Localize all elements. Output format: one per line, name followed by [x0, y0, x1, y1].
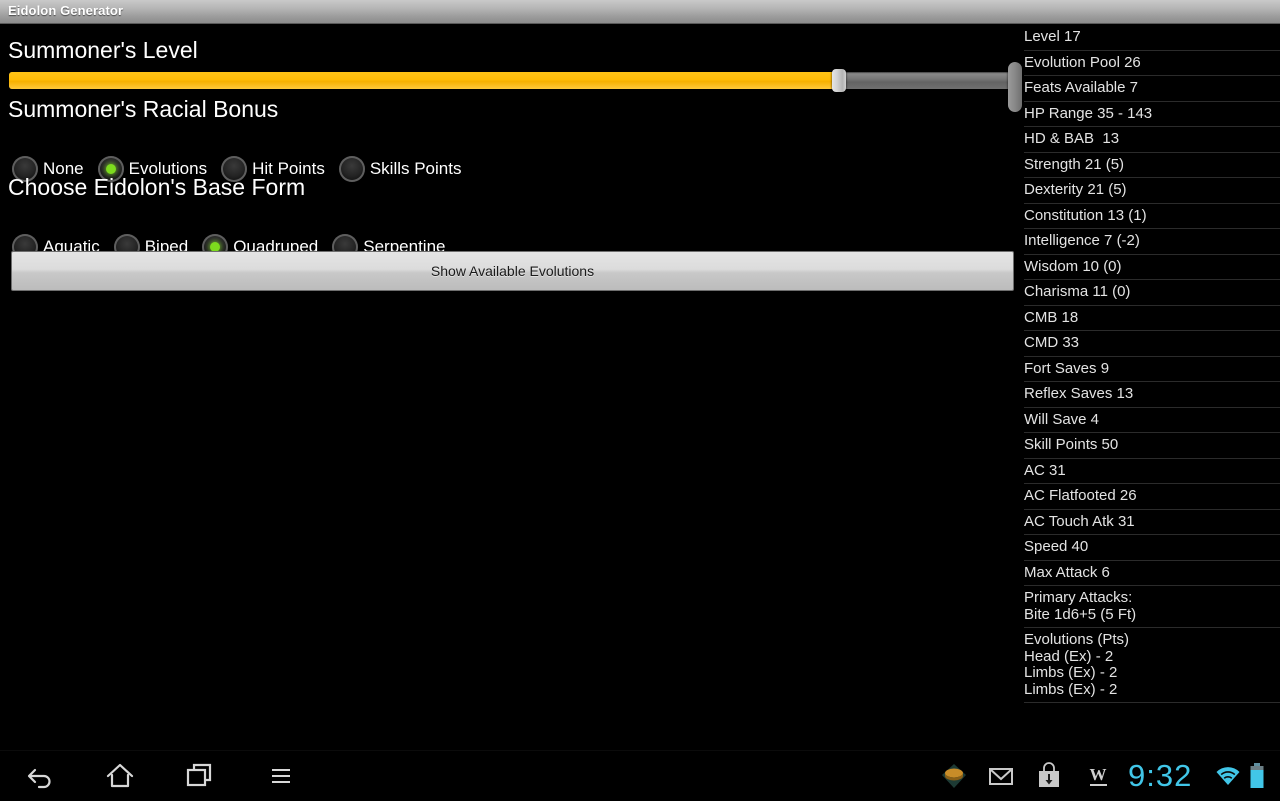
word-glyph: W: [1089, 765, 1107, 786]
app-notification-icon[interactable]: [932, 751, 976, 801]
stat-list-item[interactable]: Feats Available 7: [1024, 76, 1280, 102]
app-title-bar: Eidolon Generator: [0, 0, 1280, 24]
stat-line: Skill Points 50: [1024, 436, 1119, 453]
stat-list-item[interactable]: Level 17: [1024, 25, 1280, 51]
stat-list-item[interactable]: Wisdom 10 (0): [1024, 255, 1280, 280]
stat-line: HP Range 35 - 143: [1024, 104, 1153, 122]
wifi-glyph: [1216, 767, 1240, 785]
summoners-level-slider[interactable]: [9, 69, 1015, 92]
stat-list-item[interactable]: HP Range 35 - 143: [1024, 102, 1280, 127]
home-icon: [106, 763, 134, 788]
gmail-glyph: [989, 768, 1013, 785]
download-bag-glyph: [1039, 762, 1059, 787]
stat-list-item[interactable]: Speed 40: [1024, 535, 1280, 561]
stat-line: Feats Available 7: [1024, 79, 1138, 96]
stat-line: AC Touch Atk 31: [1024, 512, 1135, 530]
back-icon: [27, 768, 51, 789]
stat-list-item[interactable]: Reflex Saves 13: [1024, 382, 1280, 408]
battery-icon[interactable]: [1244, 751, 1270, 801]
stat-list-item[interactable]: Primary Attacks: Bite 1d6+5 (5 Ft): [1024, 586, 1280, 628]
stat-list-item[interactable]: HD & BAB 13: [1024, 127, 1280, 153]
home-button[interactable]: [80, 751, 160, 801]
base-form-heading: Choose Eidolon's Base Form: [8, 174, 306, 200]
recents-button[interactable]: [160, 751, 240, 801]
stat-line: Limbs (Ex) - 2: [1024, 680, 1118, 698]
slider-thumb[interactable]: [832, 69, 847, 92]
stat-list-item[interactable]: Evolutions (Pts) Head (Ex) - 2 Limbs (Ex) …: [1024, 628, 1280, 703]
stat-line: AC 31: [1024, 461, 1066, 479]
pane-drag-handle[interactable]: [1008, 62, 1022, 112]
status-clock[interactable]: 9:32: [1128, 751, 1192, 801]
main-content-pane: Summoner's Level Summoner's Racial Bonus…: [0, 25, 1015, 750]
stat-line: Wisdom 10 (0): [1024, 257, 1122, 275]
stat-line: HD & BAB 13: [1024, 130, 1120, 147]
racial-bonus-option-skills-points[interactable]: Skills Points: [338, 156, 462, 182]
slider-fill: [9, 72, 837, 89]
system-navigation-bar: W 9:32: [0, 750, 1280, 801]
menu-button[interactable]: [241, 751, 321, 801]
stat-line: Reflex Saves 13: [1024, 385, 1134, 402]
stat-line: Fort Saves 9: [1024, 359, 1110, 377]
stat-list-item[interactable]: Strength 21 (5): [1024, 153, 1280, 178]
stat-line: Strength 21 (5): [1024, 155, 1125, 173]
stat-line: Dexterity 21 (5): [1024, 181, 1127, 198]
radio-button-icon[interactable]: [338, 156, 365, 182]
stat-line: Constitution 13 (1): [1024, 206, 1147, 224]
stat-line: Will Save 4: [1024, 410, 1100, 428]
stat-line: Max Attack 6: [1024, 563, 1110, 581]
stat-line: Level 17: [1024, 28, 1081, 45]
stat-list-item[interactable]: Constitution 13 (1): [1024, 204, 1280, 229]
stat-line: Evolution Pool 26: [1024, 53, 1141, 71]
menu-icon: [272, 768, 290, 784]
stat-list-item[interactable]: Dexterity 21 (5): [1024, 178, 1280, 204]
stats-list[interactable]: Level 17 Evolution Pool 26 Feats Available…: [1024, 25, 1280, 703]
stat-line: Head (Ex) - 2: [1024, 647, 1114, 665]
stat-list-item[interactable]: CMB 18: [1024, 306, 1280, 331]
recents-icon: [186, 763, 212, 787]
stat-list-item[interactable]: AC Touch Atk 31: [1024, 510, 1280, 535]
stat-line: Limbs (Ex) - 2: [1024, 664, 1118, 681]
stat-line: Speed 40: [1024, 538, 1089, 555]
stat-list-item[interactable]: Fort Saves 9: [1024, 357, 1280, 382]
stat-line: CMD 33: [1024, 334, 1080, 351]
racial-bonus-heading: Summoner's Racial Bonus: [8, 96, 279, 122]
app-title: Eidolon Generator: [8, 3, 124, 18]
stat-line: Primary Attacks:: [1024, 589, 1133, 606]
show-available-evolutions-label: Show Available Evolutions: [430, 263, 595, 279]
stats-panel: Level 17 Evolution Pool 26 Feats Available…: [1008, 25, 1280, 750]
stat-list-item[interactable]: Intelligence 7 (-2): [1024, 229, 1280, 255]
stat-list-item[interactable]: AC 31: [1024, 459, 1280, 484]
stat-line: Evolutions (Pts): [1024, 631, 1130, 648]
app-notification-glyph: [942, 764, 966, 788]
stat-list-item[interactable]: Skill Points 50: [1024, 433, 1280, 459]
summoners-level-heading: Summoner's Level: [8, 37, 198, 63]
radio-label: Skills Points: [369, 159, 462, 178]
stat-list-item[interactable]: Max Attack 6: [1024, 561, 1280, 586]
back-button[interactable]: [0, 751, 80, 801]
stat-line: Intelligence 7 (-2): [1024, 232, 1140, 249]
stat-list-item[interactable]: Charisma 11 (0): [1024, 280, 1280, 306]
gmail-icon[interactable]: [980, 751, 1022, 801]
word-document-icon[interactable]: W: [1077, 751, 1119, 801]
stat-line: Charisma 11 (0): [1024, 283, 1131, 300]
stat-line: AC Flatfooted 26: [1024, 487, 1137, 504]
play-store-download-icon[interactable]: [1028, 751, 1070, 801]
stat-list-item[interactable]: AC Flatfooted 26: [1024, 484, 1280, 510]
battery-glyph: [1250, 763, 1264, 788]
stat-line: CMB 18: [1024, 308, 1079, 326]
stat-list-item[interactable]: Will Save 4: [1024, 408, 1280, 433]
wifi-icon[interactable]: [1212, 751, 1244, 801]
stat-list-item[interactable]: Evolution Pool 26: [1024, 51, 1280, 76]
android-screen: Eidolon Generator Summoner's Level Summo…: [0, 0, 1280, 801]
show-available-evolutions-button[interactable]: Show Available Evolutions: [11, 251, 1014, 291]
stat-list-item[interactable]: CMD 33: [1024, 331, 1280, 357]
stat-line: Bite 1d6+5 (5 Ft): [1024, 605, 1137, 623]
